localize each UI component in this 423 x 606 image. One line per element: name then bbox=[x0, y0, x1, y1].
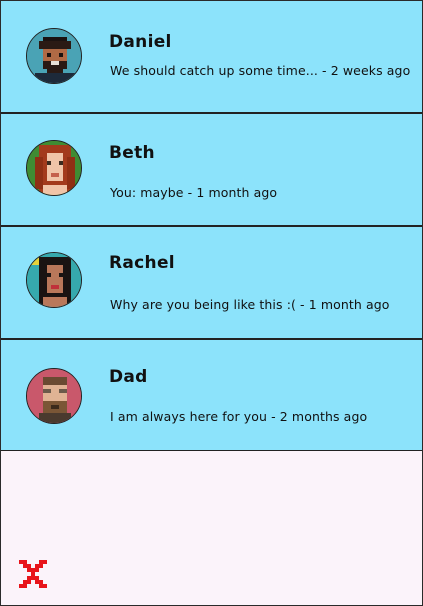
dad-avatar bbox=[26, 368, 82, 424]
message-preview: I am always here for you - 2 months ago bbox=[110, 409, 368, 424]
contact-name: Daniel bbox=[109, 32, 172, 52]
beth-avatar bbox=[26, 140, 82, 196]
close-icon[interactable] bbox=[19, 560, 47, 588]
conversation-list: Daniel We should catch up some time... -… bbox=[1, 1, 422, 451]
contact-name: Beth bbox=[109, 143, 155, 163]
message-preview: Why are you being like this :( - 1 month… bbox=[110, 297, 390, 312]
daniel-avatar bbox=[26, 28, 82, 84]
contact-name: Dad bbox=[109, 367, 148, 387]
contact-name: Rachel bbox=[109, 253, 175, 273]
message-preview: We should catch up some time... - 2 week… bbox=[110, 63, 411, 78]
rachel-avatar bbox=[26, 252, 82, 308]
conversation-item-beth[interactable]: Beth You: maybe - 1 month ago bbox=[1, 113, 422, 226]
conversation-item-dad[interactable]: Dad I am always here for you - 2 months … bbox=[1, 339, 422, 451]
conversation-item-daniel[interactable]: Daniel We should catch up some time... -… bbox=[1, 1, 422, 113]
messages-screen: Daniel We should catch up some time... -… bbox=[0, 0, 423, 606]
conversation-item-rachel[interactable]: Rachel Why are you being like this :( - … bbox=[1, 226, 422, 339]
message-preview: You: maybe - 1 month ago bbox=[110, 185, 278, 200]
